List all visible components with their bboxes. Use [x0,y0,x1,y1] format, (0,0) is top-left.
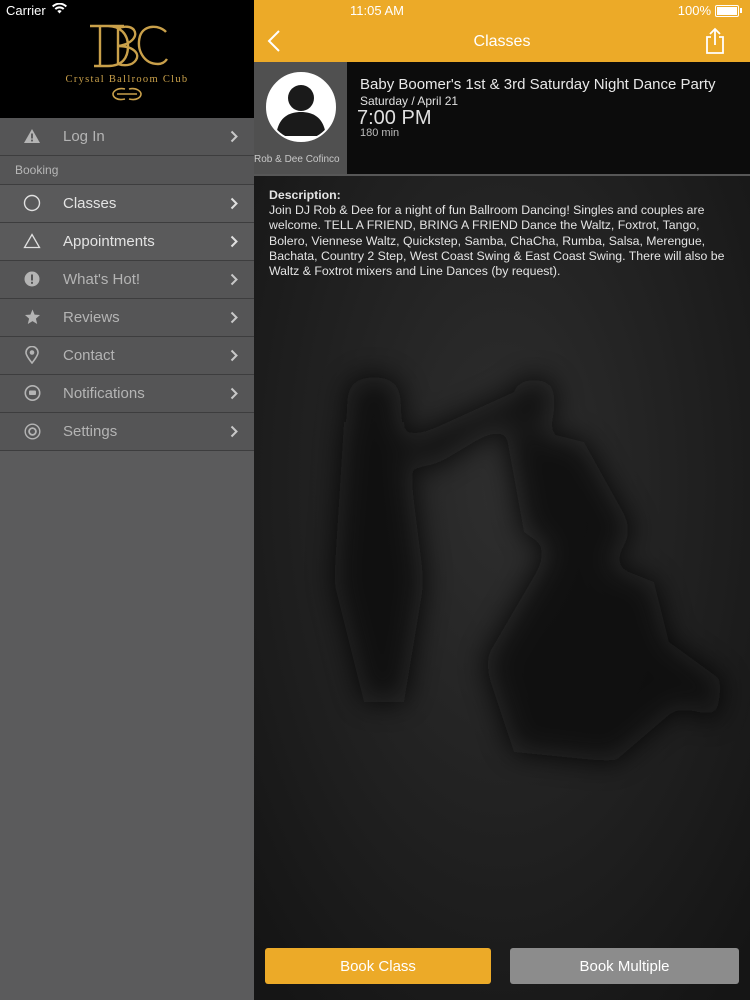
sidebar-item-appointments[interactable]: Appointments [0,223,254,261]
carrier-label: Carrier [6,2,46,18]
status-bar-left: Carrier [0,0,254,20]
share-icon [706,27,724,54]
person-silhouette-icon [268,74,334,140]
sidebar-item-label: Classes [63,195,117,212]
description-text: Join DJ Rob & Dee for a night of fun Bal… [269,203,725,279]
club-logo: Crystal Ballroom Club [0,22,254,101]
navbar: 11:05 AM 100% Classes [254,0,750,62]
page-title: Classes [473,33,531,50]
class-detail-panel: 11:05 AM 100% Classes Rob & Dee Cofinco [254,0,750,1000]
logo-cc-icon [112,87,142,101]
avatar [266,72,336,142]
chat-bubble-icon [23,384,41,402]
description-label: Description: [269,188,341,202]
book-multiple-button[interactable]: Book Multiple [510,948,739,984]
battery-icon [715,4,739,17]
sidebar-item-notifications[interactable]: Notifications [0,375,254,413]
share-button[interactable] [704,27,726,55]
star-icon [23,308,41,326]
battery-status: 100% [678,3,742,18]
class-duration: 180 min [360,127,400,139]
sidebar-menu: Log In Booking Classes Appointments What… [0,118,254,451]
sidebar-item-contact[interactable]: Contact [0,337,254,375]
chevron-right-icon [230,197,238,214]
chevron-right-icon [230,349,238,366]
instructor-card[interactable]: Rob & Dee Cofinco [254,62,347,174]
chevron-right-icon [230,273,238,290]
battery-percent: 100% [677,3,711,18]
book-class-button[interactable]: Book Class [265,948,491,984]
sidebar-item-label: Settings [63,423,118,440]
sidebar-item-label: Appointments [63,233,155,250]
chevron-right-icon [230,235,238,252]
sidebar-item-label: Log In [63,128,105,145]
location-pin-icon [23,346,41,364]
logo-monogram-icon [90,24,168,68]
chevron-right-icon [230,311,238,328]
sidebar-header: Carrier Crystal Ballroom Club [0,0,254,118]
instructor-name: Rob & Dee Cofinco [254,154,340,165]
class-description: Description: Join DJ Rob & Dee for a nig… [269,188,735,279]
sidebar-item-label: What's Hot! [63,271,141,288]
sidebar-item-label: Contact [63,347,115,364]
alert-icon [23,270,41,288]
chevron-right-icon [230,130,238,147]
chevron-right-icon [230,387,238,404]
section-label-booking: Booking [0,156,254,185]
class-date: Saturday / April 21 [360,94,459,108]
sidebar-item-label: Reviews [63,309,120,326]
sidebar-item-settings[interactable]: Settings [0,413,254,451]
class-header: Rob & Dee Cofinco Baby Boomer's 1st & 3r… [254,62,750,176]
sidebar-item-whats-hot[interactable]: What's Hot! [0,261,254,299]
status-time: 11:05 AM [350,3,404,18]
gear-icon [23,422,41,440]
warning-icon [23,127,41,145]
sidebar-item-classes[interactable]: Classes [0,185,254,223]
sidebar-item-label: Notifications [63,385,145,402]
wifi-icon [51,2,67,17]
battery-tip [740,8,742,13]
triangle-icon [23,232,41,250]
chevron-right-icon [230,425,238,442]
logo-text: Crystal Ballroom Club [65,74,189,85]
sidebar-item-login[interactable]: Log In [0,118,254,156]
sidebar: Carrier Crystal Ballroom Club Log In Boo… [0,0,254,1000]
class-title: Baby Boomer's 1st & 3rd Saturday Night D… [360,76,716,93]
sidebar-item-reviews[interactable]: Reviews [0,299,254,337]
circle-icon [23,194,41,212]
